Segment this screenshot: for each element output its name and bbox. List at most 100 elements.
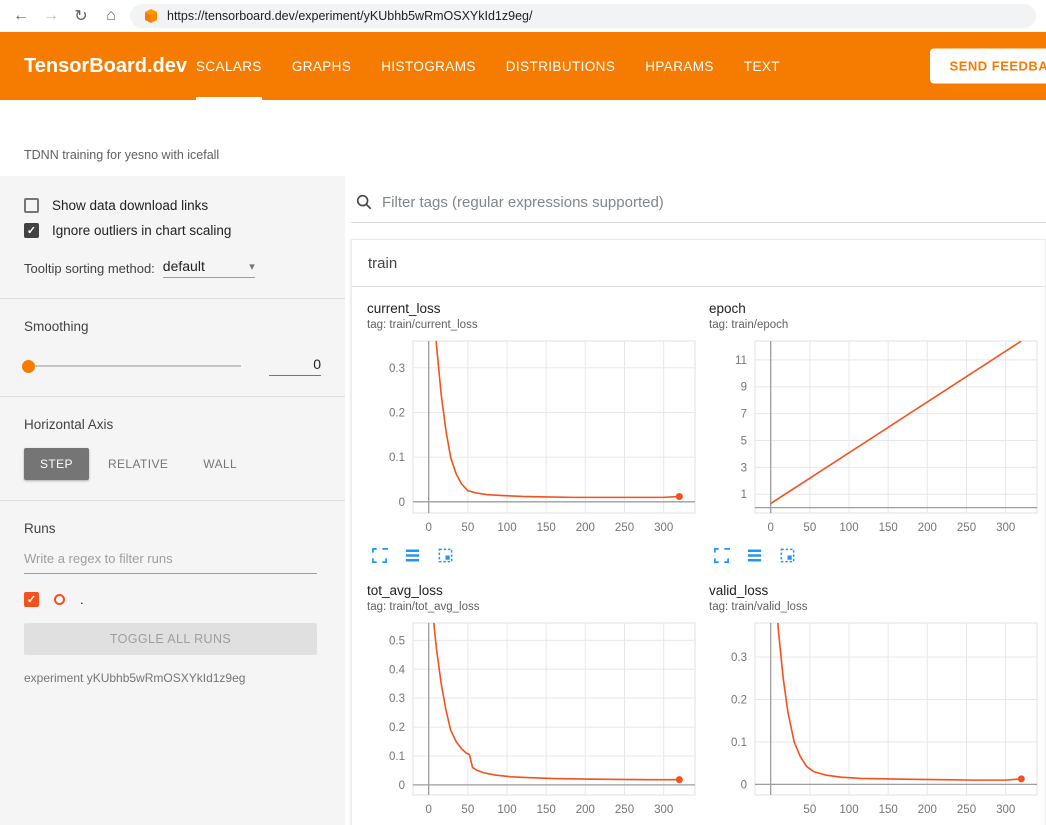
chart-tag: tag: train/epoch	[709, 319, 1044, 331]
end-point	[676, 493, 683, 500]
x-tick-label: 250	[957, 804, 976, 816]
expand-chart-icon[interactable]	[712, 546, 730, 564]
slider-thumb[interactable]	[22, 360, 35, 373]
chart-tag: tag: train/valid_loss	[709, 601, 1044, 613]
tooltip-sorting-dropdown[interactable]: default ▾	[163, 258, 255, 278]
forward-icon[interactable]: →	[40, 5, 62, 27]
run-checkbox-icon	[24, 592, 39, 607]
chart-title: epoch	[709, 301, 1044, 316]
ignore-outliers-checkbox[interactable]: Ignore outliers in chart scaling	[24, 223, 321, 238]
tooltip-sorting-label: Tooltip sorting method:	[24, 261, 155, 276]
plot-area	[413, 623, 695, 795]
x-tick-label: 50	[461, 522, 474, 534]
smoothing-value[interactable]: 0	[269, 356, 321, 376]
line-chart[interactable]: 1357911050100150200250300	[709, 337, 1043, 539]
run-list-item[interactable]: .	[24, 592, 321, 607]
runs-label: Runs	[24, 521, 321, 536]
line-chart[interactable]: 00.10.20.30.40.5050100150200250300	[367, 619, 701, 821]
y-tick-label: 0	[741, 779, 747, 791]
chart-card-valid-loss: valid_loss tag: train/valid_loss 00.10.2…	[702, 569, 1044, 825]
fit-domain-icon[interactable]	[436, 546, 454, 564]
y-tick-label: 0.5	[389, 635, 405, 647]
chart-card-epoch: epoch tag: train/epoch 13579110501001502…	[702, 287, 1044, 569]
x-tick-label: 300	[654, 522, 673, 534]
sidebar-divider	[0, 298, 345, 299]
back-icon[interactable]: ←	[10, 5, 32, 27]
tag-filter-input[interactable]	[382, 194, 1042, 211]
horizontal-axis-buttons: STEP RELATIVE WALL	[24, 448, 321, 480]
axis-wall-button[interactable]: WALL	[187, 448, 253, 480]
url-text: https://tensorboard.dev/experiment/yKUbh…	[167, 9, 532, 23]
x-tick-label: 200	[576, 804, 595, 816]
chart-tag: tag: train/current_loss	[367, 319, 702, 331]
x-tick-label: 0	[425, 522, 431, 534]
smoothing-label: Smoothing	[24, 319, 321, 334]
toggle-y-axis-icon[interactable]	[403, 546, 421, 564]
y-tick-label: 5	[741, 435, 747, 447]
checkbox-label: Ignore outliers in chart scaling	[52, 223, 231, 238]
axis-step-button[interactable]: STEP	[24, 448, 89, 480]
chart-grid: current_loss tag: train/current_loss 0 0.…	[352, 287, 1045, 825]
smoothing-slider[interactable]	[24, 365, 241, 367]
tensorboard-favicon	[144, 9, 158, 23]
x-tick-label: 150	[879, 804, 898, 816]
refresh-icon[interactable]: ↻	[70, 5, 92, 27]
y-tick-label: 0	[399, 780, 405, 792]
x-tick-label: 50	[803, 804, 816, 816]
chart-title: current_loss	[367, 301, 702, 316]
x-tick-label: 150	[879, 522, 898, 534]
y-tick-label: 0.1	[389, 751, 405, 763]
sidebar-divider	[0, 396, 345, 397]
x-tick-label: 150	[537, 522, 556, 534]
checkbox-checked-icon	[24, 223, 39, 238]
y-tick-label: 1	[741, 489, 747, 501]
tab-hparams[interactable]: HPARAMS	[645, 32, 714, 100]
x-tick-label: 0	[767, 522, 773, 534]
line-chart[interactable]: 00.10.20.350100150200250300	[709, 619, 1043, 821]
run-name: .	[80, 592, 84, 607]
chart-title: tot_avg_loss	[367, 583, 702, 598]
y-tick-label: 9	[741, 382, 747, 394]
fit-domain-icon[interactable]	[778, 546, 796, 564]
x-tick-label: 200	[918, 522, 937, 534]
axis-relative-button[interactable]: RELATIVE	[92, 448, 184, 480]
smoothing-slider-row: 0	[24, 356, 321, 376]
section-header-train[interactable]: train	[352, 240, 1045, 287]
x-tick-label: 250	[615, 804, 634, 816]
runs-filter-input[interactable]	[24, 544, 317, 574]
address-bar[interactable]: https://tensorboard.dev/experiment/yKUbh…	[130, 4, 1036, 28]
chart-toolbar	[367, 539, 702, 569]
plot-area	[413, 341, 695, 513]
tag-filter-row	[351, 186, 1046, 223]
send-feedback-button[interactable]: SEND FEEDBACK	[930, 49, 1046, 84]
chart-toolbar	[367, 821, 702, 825]
y-tick-label: 0.4	[389, 664, 406, 676]
tab-scalars[interactable]: SCALARS	[196, 32, 262, 100]
x-tick-label: 50	[461, 804, 474, 816]
home-icon[interactable]: ⌂	[100, 5, 122, 27]
plot-area	[755, 623, 1037, 795]
y-tick-label: 0.2	[389, 407, 405, 419]
toggle-all-runs-button[interactable]: TOGGLE ALL RUNS	[24, 623, 317, 655]
expand-chart-icon[interactable]	[370, 546, 388, 564]
settings-sidebar: Show data download links Ignore outliers…	[0, 176, 345, 825]
tab-histograms[interactable]: HISTOGRAMS	[381, 32, 476, 100]
line-chart[interactable]: 00.10.20.3050100150200250300	[367, 337, 701, 539]
experiment-description-strip: TDNN training for yesno with icefall	[0, 100, 1046, 176]
chart-toolbar	[709, 821, 1044, 825]
tab-text[interactable]: TEXT	[744, 32, 780, 100]
y-tick-label: 0.2	[389, 722, 405, 734]
y-tick-label: 0.2	[731, 694, 747, 706]
run-color-swatch-icon	[54, 594, 65, 605]
checkbox-label: Show data download links	[52, 198, 208, 213]
experiment-description: TDNN training for yesno with icefall	[24, 148, 219, 162]
chevron-down-icon: ▾	[249, 260, 255, 273]
tab-distributions[interactable]: DISTRIBUTIONS	[506, 32, 615, 100]
toggle-y-axis-icon[interactable]	[745, 546, 763, 564]
train-section-card: train current_loss tag: train/current_lo…	[351, 239, 1046, 825]
tab-graphs[interactable]: GRAPHS	[292, 32, 351, 100]
show-download-links-checkbox[interactable]: Show data download links	[24, 198, 321, 213]
x-tick-label: 250	[615, 522, 634, 534]
x-tick-label: 100	[497, 804, 516, 816]
experiment-name: experiment yKUbhb5wRmOSXYkId1z9eg	[24, 671, 321, 685]
